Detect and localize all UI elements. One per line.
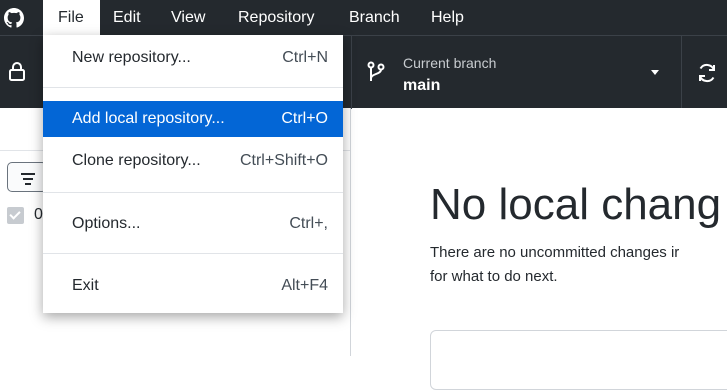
menu-view[interactable]: View (171, 0, 205, 35)
menu-file[interactable]: File (43, 0, 100, 35)
menu-repository[interactable]: Repository (238, 0, 314, 35)
blank-slate-title: No local chang (430, 180, 722, 229)
current-branch-button[interactable] (352, 36, 681, 109)
filter-icon (21, 173, 35, 175)
menu-file-label: File (58, 9, 84, 26)
suggestion-card (430, 330, 727, 390)
menu-separator (43, 192, 343, 193)
changed-files-count: 0 (34, 206, 43, 223)
current-branch-name: main (403, 77, 441, 94)
menu-item-label: Clone repository... (72, 152, 201, 169)
filter-icon-line (25, 183, 31, 185)
menu-bar: File Edit View Repository Branch Help (0, 0, 727, 35)
menu-item-label: Exit (72, 277, 99, 294)
menu-item-shortcut: Ctrl+Shift+O (239, 152, 328, 169)
file-menu-dropdown: New repository... Ctrl+N Add local repos… (43, 35, 343, 313)
lock-icon (9, 62, 25, 81)
menu-item-label: Add local repository... (72, 110, 225, 127)
select-all-checkbox[interactable] (7, 207, 24, 224)
blank-slate-description-line: There are no uncommitted changes ir (430, 244, 680, 261)
sync-icon[interactable] (696, 62, 718, 84)
menu-item-new-repository[interactable]: New repository... Ctrl+N (43, 40, 343, 76)
menu-edit[interactable]: Edit (113, 0, 141, 35)
toolbar-divider (681, 36, 682, 109)
menu-item-clone-repository[interactable]: Clone repository... Ctrl+Shift+O (43, 143, 343, 179)
menu-item-label: Options... (72, 215, 141, 232)
menu-item-add-local-repository[interactable]: Add local repository... Ctrl+O (43, 101, 343, 137)
git-branch-icon (367, 61, 385, 81)
github-logo-icon (4, 8, 24, 28)
menu-item-shortcut: Alt+F4 (281, 277, 328, 294)
menu-item-shortcut: Ctrl+N (282, 49, 328, 66)
blank-slate-description-line: for what to do next. (430, 268, 558, 285)
filter-button[interactable] (7, 162, 47, 192)
blank-slate-description: There are no uncommitted changes ir for … (430, 241, 679, 289)
menu-separator (43, 87, 343, 88)
menu-separator (43, 253, 343, 254)
chevron-down-icon (651, 70, 659, 75)
menu-branch[interactable]: Branch (349, 0, 400, 35)
menu-item-shortcut: Ctrl+, (289, 215, 328, 232)
menu-item-shortcut: Ctrl+O (281, 110, 328, 127)
menu-item-exit[interactable]: Exit Alt+F4 (43, 268, 343, 304)
menu-item-label: New repository... (72, 49, 191, 66)
menu-item-options[interactable]: Options... Ctrl+, (43, 206, 343, 242)
current-branch-caption: Current branch (403, 55, 497, 71)
main-content: No local chang There are no uncommitted … (352, 108, 727, 390)
menu-help[interactable]: Help (431, 0, 464, 35)
filter-icon-line (23, 178, 33, 180)
